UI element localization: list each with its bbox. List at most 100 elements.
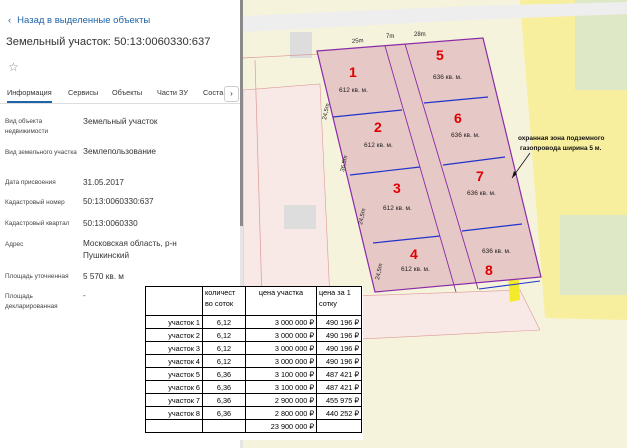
table-row: участок 4 6,12 3 000 000 ₽ 490 196 ₽	[145, 354, 362, 368]
scrollbar-thumb[interactable]	[240, 0, 243, 226]
plot-6-area: 636 кв. м.	[451, 132, 480, 139]
tab-composition[interactable]: Соста	[203, 88, 223, 97]
table-cell: 3 100 000 ₽	[245, 367, 317, 381]
table-cell	[145, 419, 203, 433]
field-label: Кадастровый квартал	[5, 220, 70, 227]
table-cell: 6,36	[202, 367, 246, 381]
table-cell: участок 4	[145, 354, 203, 368]
table-cell: 6,12	[202, 354, 246, 368]
table-row: участок 6 6,36 3 100 000 ₽ 487 421 ₽	[145, 380, 362, 394]
plot-4-area: 612 кв. м.	[401, 266, 430, 273]
table-cell: 6,36	[202, 406, 246, 420]
tab-objects[interactable]: Объекты	[112, 88, 142, 97]
table-row: участок 8 6,36 2 800 000 ₽ 440 252 ₽	[145, 406, 362, 420]
back-link[interactable]: ‹ Назад в выделенные объекты	[8, 15, 150, 26]
table-row: участок 5 6,36 3 100 000 ₽ 487 421 ₽	[145, 367, 362, 381]
tab-parts[interactable]: Части ЗУ	[157, 88, 188, 97]
dimension-label: 7m	[386, 34, 394, 40]
table-cell: участок 2	[145, 328, 203, 342]
table-cell: 490 196 ₽	[316, 354, 362, 368]
table-cell: 6,36	[202, 380, 246, 394]
table-row: участок 7 6,36 2 900 000 ₽ 455 975 ₽	[145, 393, 362, 407]
plot-4-number: 4	[410, 246, 418, 262]
table-cell: 490 196 ₽	[316, 341, 362, 355]
table-row: участок 1 6,12 3 000 000 ₽ 490 196 ₽	[145, 315, 362, 329]
field-value: Московская область, р-н Пушкинский	[83, 239, 177, 260]
table-header-cell	[145, 286, 203, 316]
star-icon[interactable]: ☆	[8, 60, 19, 74]
table-cell: 490 196 ₽	[316, 315, 362, 329]
table-header-row: количест во соток цена участка цена за 1…	[145, 286, 362, 316]
plot-8-area: 636 кв. м.	[482, 248, 511, 255]
dimension-label: 28m	[414, 32, 426, 38]
chevron-right-icon[interactable]: ›	[224, 86, 239, 102]
table-cell: 440 252 ₽	[316, 406, 362, 420]
table-cell: участок 6	[145, 380, 203, 394]
gas-zone-note: охранная зона подземного	[518, 135, 604, 142]
table-total-row: 23 900 000 ₽	[145, 419, 362, 433]
table-cell: участок 3	[145, 341, 203, 355]
tab-services[interactable]: Сервисы	[68, 88, 98, 97]
green-area	[560, 215, 627, 295]
table-cell: 6,12	[202, 341, 246, 355]
table-cell	[316, 419, 362, 433]
table-cell: участок 1	[145, 315, 203, 329]
table-cell: 2 900 000 ₽	[245, 393, 317, 407]
chevron-left-icon: ‹	[8, 15, 12, 26]
plot-2-area: 612 кв. м.	[364, 142, 393, 149]
field-label: Кадастровый номер	[5, 199, 65, 206]
table-cell	[202, 419, 246, 433]
plot-3-area: 612 кв. м.	[383, 205, 412, 212]
field-label: Площадь декларированная	[5, 293, 58, 310]
field-value: 5 570 кв. м	[83, 272, 124, 281]
table-total: 23 900 000 ₽	[245, 419, 317, 433]
plot-7-area: 636 кв. м.	[467, 190, 496, 197]
plot-3-number: 3	[393, 180, 401, 196]
price-table: количест во соток цена участка цена за 1…	[145, 286, 362, 433]
plot-5-area: 636 кв. м.	[433, 74, 462, 81]
table-cell: участок 5	[145, 367, 203, 381]
building	[284, 205, 316, 229]
table-cell: участок 7	[145, 393, 203, 407]
table-cell: 6,12	[202, 315, 246, 329]
table-cell: участок 8	[145, 406, 203, 420]
plot-1-area: 612 кв. м.	[339, 87, 368, 94]
field-value: Землепользование	[83, 147, 156, 156]
tab-info[interactable]: Информация	[7, 88, 52, 103]
field-value: 50:13:0060330	[83, 219, 138, 228]
field-value: Земельный участок	[83, 117, 158, 126]
table-cell: 455 975 ₽	[316, 393, 362, 407]
plot-7-number: 7	[476, 168, 484, 184]
table-cell: 2 800 000 ₽	[245, 406, 317, 420]
field-label: Вид земельного участка	[5, 149, 77, 156]
field-value: 50:13:0060330:637	[83, 197, 154, 206]
table-row: участок 2 6,12 3 000 000 ₽ 490 196 ₽	[145, 328, 362, 342]
table-cell: 3 000 000 ₽	[245, 328, 317, 342]
plot-6-number: 6	[454, 110, 462, 126]
adjacent-parcel	[242, 83, 331, 301]
plot-8-number: 8	[485, 262, 493, 278]
table-cell: 3 000 000 ₽	[245, 315, 317, 329]
field-label: Площадь уточненная	[5, 273, 69, 280]
field-label: Дата присвоения	[5, 179, 56, 186]
table-header-cell: количест во соток	[202, 286, 246, 316]
table-cell: 487 421 ₽	[316, 367, 362, 381]
table-cell: 490 196 ₽	[316, 328, 362, 342]
plot-2-number: 2	[374, 119, 382, 135]
plot-5-number: 5	[436, 47, 444, 63]
page-title: Земельный участок: 50:13:0060330:637	[6, 36, 211, 48]
table-cell: 6,36	[202, 393, 246, 407]
dimension-label: 25m	[352, 38, 364, 45]
plot-1-number: 1	[349, 64, 357, 80]
table-row: участок 3 6,12 3 000 000 ₽ 490 196 ₽	[145, 341, 362, 355]
back-link-label: Назад в выделенные объекты	[17, 15, 151, 26]
gas-zone-note: газопровода ширина 5 м.	[520, 145, 602, 152]
field-label: Адрес	[5, 241, 24, 248]
tab-bar: Информация Сервисы Объекты Части ЗУ Сост…	[0, 86, 243, 104]
price-table-overlay: количест во соток цена участка цена за 1…	[145, 286, 363, 440]
table-cell: 3 100 000 ₽	[245, 380, 317, 394]
table-cell: 6,12	[202, 328, 246, 342]
table-cell: 487 421 ₽	[316, 380, 362, 394]
table-cell: 3 000 000 ₽	[245, 341, 317, 355]
table-cell: 3 000 000 ₽	[245, 354, 317, 368]
